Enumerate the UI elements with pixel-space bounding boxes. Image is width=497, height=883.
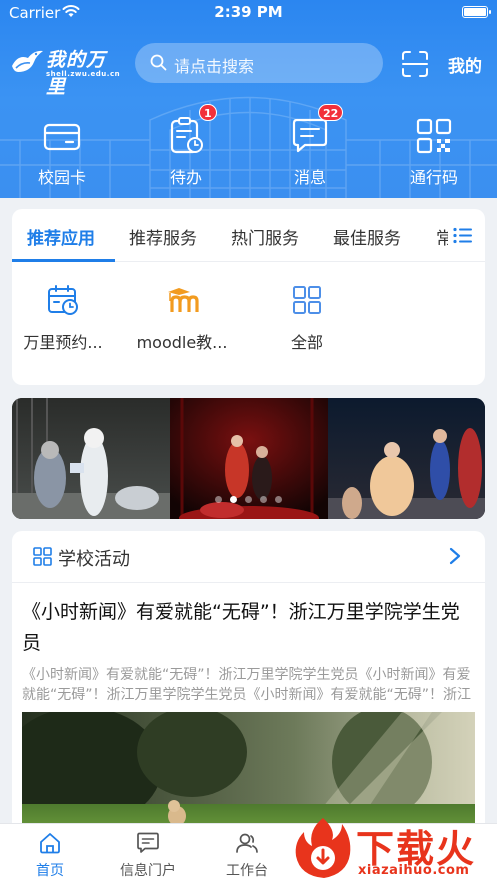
grid-icon — [293, 286, 321, 314]
tab-label: 首页 — [36, 863, 64, 879]
home-icon — [40, 833, 60, 854]
moodle-icon — [168, 288, 199, 312]
banner-carousel[interactable] — [12, 398, 485, 519]
clock: 2:39 PM — [214, 3, 283, 21]
flame-logo-icon — [295, 818, 351, 878]
school-activities-card: 学校活动 《小时新闻》有爱就能“无碍”！浙江万里学院学生党员 《小时新闻》有爱就… — [12, 531, 485, 831]
tab-recommended-apps[interactable]: 推荐应用 — [27, 224, 95, 249]
school-logo[interactable]: 我的万里 shell.zwu.edu.cn — [10, 44, 121, 98]
tab-label: 工作台 — [226, 863, 268, 879]
bird-logo-icon — [12, 50, 43, 72]
watermark-url: xiazaihuo.com — [358, 863, 470, 878]
tab-workbench[interactable]: 工作台 — [197, 824, 297, 883]
news-summary: 《小时新闻》有爱就能“无碍”！浙江万里学院学生党员《小时新闻》有爱就能“无碍”！… — [22, 667, 472, 703]
tab-home[interactable]: 首页 — [0, 824, 100, 883]
carousel-dot[interactable] — [215, 496, 222, 503]
section-title: 学校活动 — [58, 549, 130, 570]
app-label: moodle教... — [136, 333, 228, 352]
info-portal-icon — [137, 832, 159, 853]
calendar-clock-icon — [48, 285, 78, 315]
scan-icon[interactable] — [402, 51, 428, 77]
app-label: 全部 — [290, 333, 323, 352]
message-icon — [292, 118, 328, 153]
app-header: Carrier 2:39 PM 我的万里 shell.zwu.edu.cn 请点… — [0, 0, 497, 198]
quick-action-pass-code[interactable]: 通行码 — [384, 116, 484, 196]
todo-badge: 1 — [199, 104, 217, 121]
todo-icon — [170, 117, 203, 154]
carousel-dot[interactable] — [245, 496, 252, 503]
app-wanli-reservation[interactable]: 万里预约... — [12, 284, 119, 354]
qrcode-icon — [416, 118, 452, 154]
tab-label: 信息门户 — [120, 863, 176, 879]
quick-action-messages[interactable]: 22 消息 — [260, 104, 360, 196]
tab-popular-services[interactable]: 热门服务 — [231, 224, 299, 249]
carousel-dot[interactable] — [260, 496, 267, 503]
chevron-right-icon[interactable] — [448, 546, 462, 566]
quick-action-label: 消息 — [293, 168, 326, 187]
logo-url: shell.zwu.edu.cn — [46, 70, 121, 78]
tab-info-portal[interactable]: 信息门户 — [98, 824, 198, 883]
quick-action-todo[interactable]: 1 待办 — [136, 104, 236, 196]
carousel-indicators — [12, 496, 485, 503]
app-label: 万里预约... — [23, 333, 103, 352]
quick-action-campus-card[interactable]: 校园卡 — [12, 116, 112, 196]
my-profile-link[interactable]: 我的 — [448, 52, 482, 77]
xiazaihuo-watermark: 下载火 xiazaihuo.com — [292, 812, 497, 883]
status-bar: Carrier 2:39 PM — [0, 0, 497, 26]
list-menu-icon[interactable] — [453, 227, 472, 244]
search-icon — [150, 54, 167, 71]
recommended-apps-card: 推荐应用 推荐服务 热门服务 最佳服务 常 万里预约... moodle教...… — [12, 209, 485, 385]
activities-header[interactable]: 学校活动 — [12, 531, 485, 583]
tab-recommended-services[interactable]: 推荐服务 — [129, 224, 197, 249]
service-tabs: 推荐应用 推荐服务 热门服务 最佳服务 常 — [12, 209, 485, 262]
active-tab-indicator — [12, 259, 115, 262]
quick-action-label: 待办 — [169, 168, 202, 187]
search-bar[interactable]: 请点击搜索 — [135, 43, 383, 83]
app-all[interactable]: 全部 — [251, 284, 363, 354]
quick-action-label: 通行码 — [409, 168, 458, 187]
battery-icon — [462, 6, 491, 18]
grid-icon — [33, 547, 52, 566]
search-placeholder: 请点击搜索 — [174, 57, 255, 76]
card-icon — [43, 123, 81, 151]
news-title[interactable]: 《小时新闻》有爱就能“无碍”！浙江万里学院学生党员 — [22, 597, 477, 659]
quick-action-label: 校园卡 — [37, 168, 86, 187]
tab-overflow-partial: 常 — [436, 229, 448, 249]
carousel-dot[interactable] — [275, 496, 282, 503]
app-moodle[interactable]: moodle教... — [126, 284, 238, 354]
tab-best-services[interactable]: 最佳服务 — [333, 224, 401, 249]
workbench-icon — [236, 833, 258, 853]
message-badge: 22 — [318, 104, 344, 121]
carousel-dot-active[interactable] — [230, 496, 237, 503]
